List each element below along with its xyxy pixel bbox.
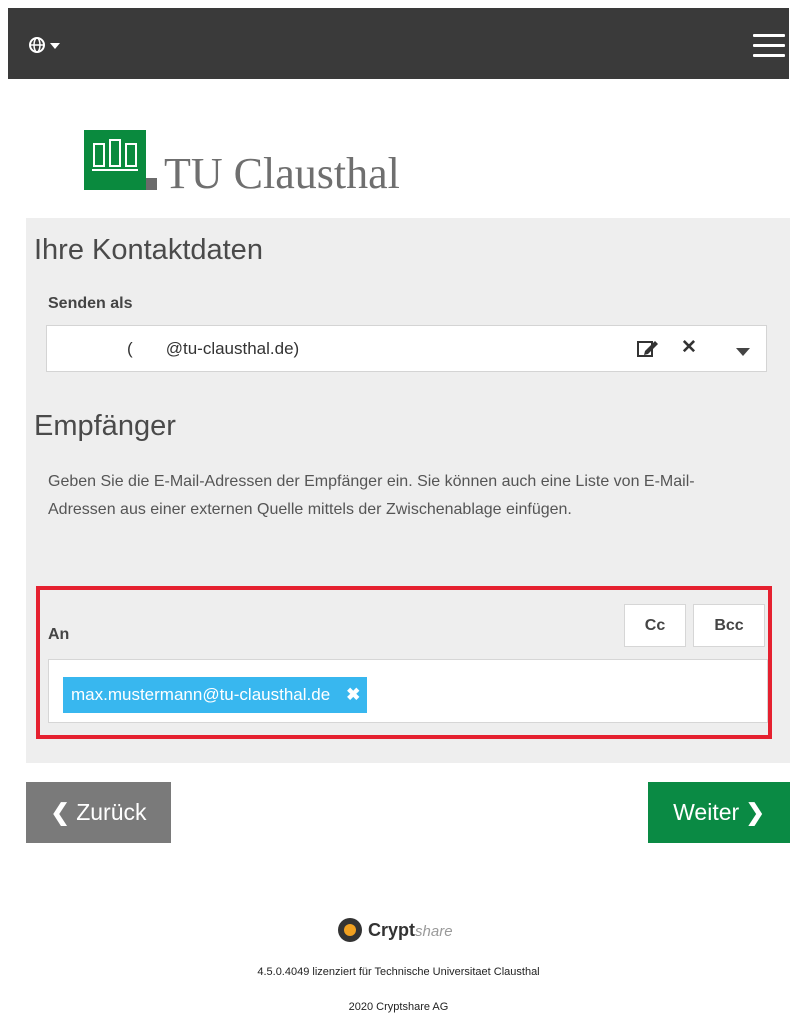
form-panel: Ihre Kontaktdaten Senden als ( @tu-claus… [26,218,790,763]
next-label: Weiter [673,799,740,825]
chevron-right-icon: ❯ [745,799,765,825]
back-button[interactable]: ❮ Zurück [26,782,171,843]
edit-icon[interactable] [637,338,659,363]
language-selector[interactable] [28,34,68,56]
recipient-chip-email: max.mustermann@tu-clausthal.de [71,685,331,704]
sender-select[interactable]: ( @tu-clausthal.de) ✕ [46,325,767,372]
sender-value: ( @tu-clausthal.de) [127,339,300,358]
logo-dot [146,178,157,190]
bcc-button[interactable]: Bcc [693,604,765,647]
cc-button[interactable]: Cc [624,604,686,647]
top-navbar [8,8,789,79]
close-icon[interactable]: ✕ [681,336,697,359]
logo-emblem [84,130,146,190]
next-button[interactable]: Weiter ❯ [648,782,790,843]
license-text: 4.5.0.4049 lizenziert für Technische Uni… [257,966,540,978]
logo-text: TU Clausthal [164,149,400,198]
caret-down-icon [50,43,60,49]
cryptshare-logo-icon [338,918,362,942]
back-label: Zurück [76,799,147,825]
caret-down-icon[interactable] [736,343,750,361]
recipients-description: Geben Sie die E-Mail-Adressen der Empfän… [48,473,695,518]
to-input[interactable]: max.mustermann@tu-clausthal.de ✖ [48,659,768,723]
copyright-text: 2020 Cryptshare AG [348,1001,449,1013]
brand-light: share [415,923,453,940]
remove-recipient-icon[interactable]: ✖ [346,677,360,713]
contact-title: Ihre Kontaktdaten [34,234,263,266]
recipient-chip: max.mustermann@tu-clausthal.de ✖ [63,677,368,713]
to-label: An [48,626,70,643]
chevron-left-icon: ❮ [50,799,70,825]
hamburger-menu-icon[interactable] [753,34,789,58]
recipients-title: Empfänger [34,410,176,442]
send-as-label: Senden als [48,295,133,312]
recipient-input-area: An Cc Bcc max.mustermann@tu-clausthal.de… [36,586,772,739]
brand-bold: Crypt [368,920,416,940]
globe-icon [29,37,60,53]
